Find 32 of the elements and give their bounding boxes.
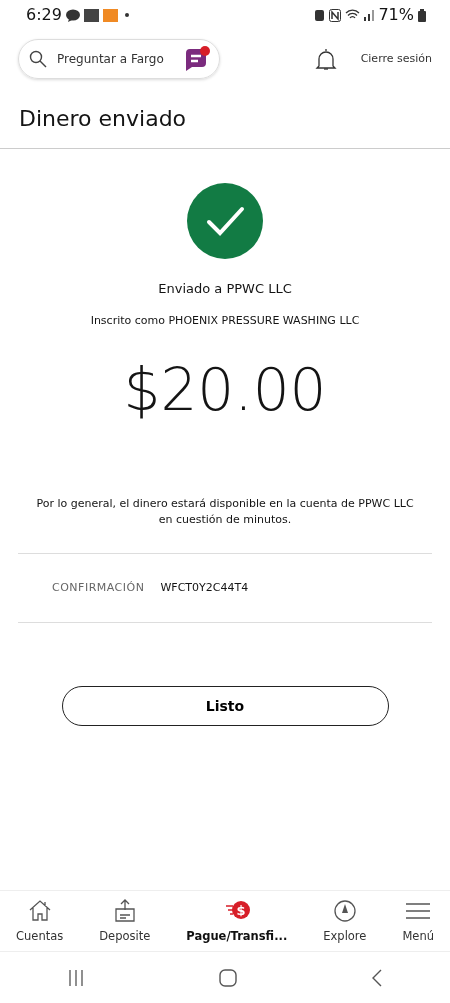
bell-icon[interactable] bbox=[314, 47, 337, 71]
confirmation-label: CONFIRMACIÓN bbox=[52, 579, 145, 596]
recents-icon[interactable] bbox=[67, 968, 85, 987]
page-title: Dinero enviado bbox=[0, 88, 450, 150]
chat-logo-icon[interactable] bbox=[183, 45, 211, 73]
logout-link[interactable]: Cierre sesión bbox=[360, 50, 432, 68]
compass-icon bbox=[331, 897, 358, 924]
nfc-icon bbox=[329, 8, 342, 22]
done-button[interactable]: Listo bbox=[61, 686, 389, 727]
checkmark-icon bbox=[187, 183, 263, 260]
availability-note: Por lo general, el dinero estará disponible en la cuenta de PPWC LLC en cuestión de minutos. bbox=[35, 496, 415, 528]
nav-tab[interactable]: Menú bbox=[402, 895, 434, 948]
amount-text: $20.00 bbox=[122, 355, 328, 427]
app-icon bbox=[102, 8, 118, 22]
nav-tab[interactable]: $ Pague/Transfi... bbox=[186, 895, 288, 948]
clock: 6:29 bbox=[26, 4, 62, 26]
signal-icon bbox=[364, 9, 375, 21]
recipient-text: Enviado a PPWC LLC bbox=[157, 280, 293, 299]
app-icon bbox=[83, 8, 99, 22]
nav-tab[interactable]: Deposite bbox=[99, 895, 151, 948]
nav-tab[interactable]: Cuentas bbox=[16, 895, 64, 948]
nav-tab[interactable]: Explore bbox=[323, 895, 367, 948]
battery-icon bbox=[418, 8, 426, 22]
enrolled-name-text: Inscrito como PHOENIX PRESSURE WASHING LLC bbox=[89, 312, 361, 329]
confirmation-number: WFCT0Y2C44T4 bbox=[160, 579, 249, 596]
chat-icon bbox=[65, 8, 80, 22]
battery-percent: 71% bbox=[378, 4, 414, 26]
search-input[interactable]: Preguntar a Fargo bbox=[55, 49, 175, 69]
back-icon[interactable] bbox=[371, 968, 383, 987]
home-button-icon[interactable] bbox=[219, 968, 237, 987]
wifi-icon bbox=[345, 9, 361, 21]
search-icon bbox=[29, 50, 47, 68]
